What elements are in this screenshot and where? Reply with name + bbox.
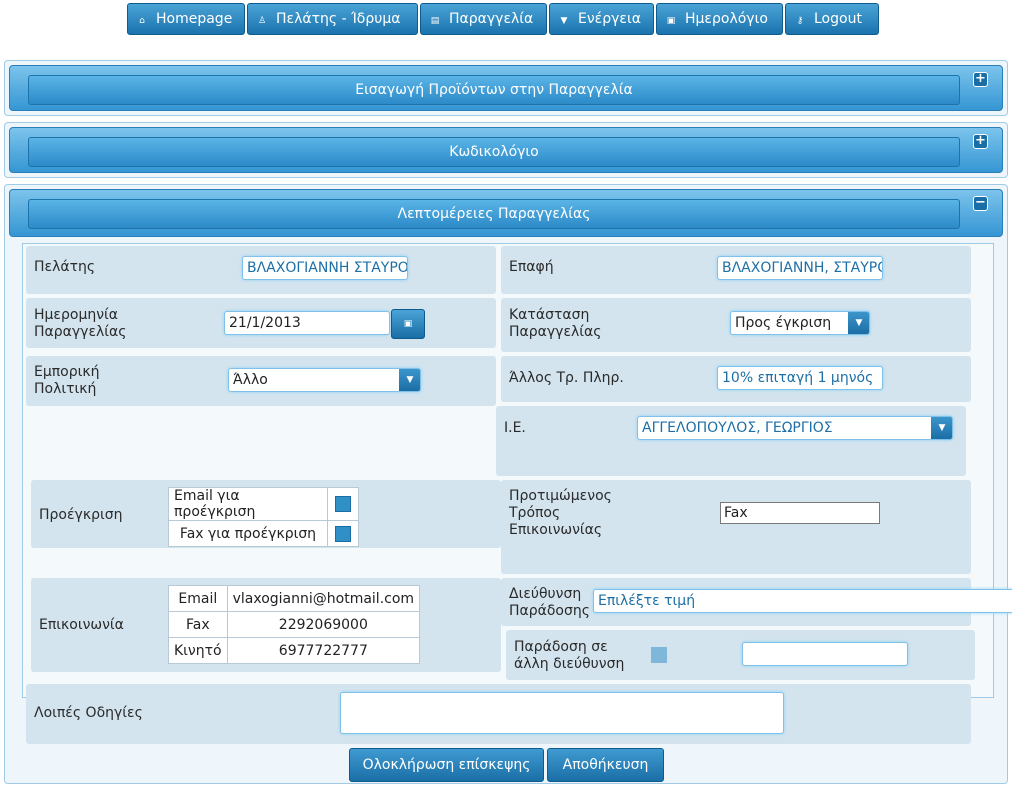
chevron-down-icon[interactable]: ▼ <box>848 312 869 334</box>
preapproval-table: Email για προέγκριση Fax για προέγκριση <box>168 487 359 547</box>
order-status-select[interactable]: Προς έγκριση ▼ <box>730 311 870 335</box>
order-status-value: Προς έγκριση <box>735 315 832 331</box>
nav-label: Πελάτης - Ίδρυμα <box>276 11 401 27</box>
communication-table: Email vlaxogianni@hotmail.com Fax 229206… <box>168 585 421 664</box>
customer-label: Πελάτης <box>34 259 96 275</box>
table-row: Fax 2292069000 <box>168 611 421 638</box>
other-address-checkbox[interactable] <box>651 647 667 663</box>
nav-label: Homepage <box>156 11 233 27</box>
chevron-down-icon[interactable]: ▼ <box>931 417 952 439</box>
expand-icon[interactable]: + <box>973 72 988 87</box>
other-payment-label: Άλλος Τρ. Πληρ. <box>509 370 624 386</box>
table-row: Email για προέγκριση <box>168 487 359 521</box>
nav-homepage-button[interactable]: ⌂ Homepage <box>127 3 245 35</box>
preferred-contact-label: Προτιμώμενος Τρόπος Επικοινωνίας <box>509 488 612 538</box>
collapse-icon[interactable]: − <box>973 196 988 211</box>
expand-icon[interactable]: + <box>973 134 988 149</box>
nav-action-button[interactable]: ▼ Ενέργεια <box>549 3 654 35</box>
order-date-input[interactable]: 21/1/2013 <box>224 311 390 335</box>
caret-down-icon: ▼ <box>560 16 568 26</box>
catalog-panel: Κωδικολόγιο + <box>4 122 1008 178</box>
complete-visit-button[interactable]: Ολοκλήρωση επίσκεψης <box>349 748 544 782</box>
contact-label: Επαφή <box>509 259 554 275</box>
delivery-address-select[interactable]: Επιλέξτε τιμή <box>593 589 1012 613</box>
calendar-icon: ▣ <box>666 16 676 26</box>
table-row: Fax για προέγκριση <box>168 520 359 547</box>
instructions-label: Λοιπές Οδηγίες <box>34 705 143 721</box>
ie-value: ΑΓΓΕΛΟΠΟΥΛΟΣ, ΓΕΩΡΓΙΟΣ <box>642 420 833 436</box>
panel-title[interactable]: Κωδικολόγιο <box>28 137 960 167</box>
save-button[interactable]: Αποθήκευση <box>547 748 664 782</box>
nav-customer-button[interactable]: ♙ Πελάτης - Ίδρυμα <box>247 3 418 35</box>
communication-type: Email <box>168 585 228 612</box>
home-icon: ⌂ <box>139 16 145 26</box>
user-icon: ♙ <box>257 16 267 26</box>
delivery-address-label: Διεύθυνση Παράδοσης <box>509 586 590 619</box>
contact-input[interactable]: ΒΛΑΧΟΓΙΑΝΝΗ, ΣΤΑΥΡΟΥΛΑ <box>717 256 883 280</box>
list-icon: ▤ <box>430 16 440 26</box>
other-address-input[interactable] <box>742 642 908 666</box>
other-address-label: Παράδοση σε άλλη διεύθυνση <box>514 639 625 672</box>
nav-label: Ενέργεια <box>578 11 641 27</box>
preapproval-label: Προέγκριση <box>39 507 123 523</box>
commercial-policy-select[interactable]: Άλλο ▼ <box>228 368 421 392</box>
preapproval-fax-checkbox[interactable] <box>335 525 351 542</box>
nav-order-button[interactable]: ▤ Παραγγελία <box>420 3 547 35</box>
nav-calendar-button[interactable]: ▣ Ημερολόγιο <box>656 3 783 35</box>
commercial-policy-label: Εμπορική Πολιτική <box>34 364 100 397</box>
ie-label: Ι.Ε. <box>504 420 526 436</box>
communication-value: 2292069000 <box>226 611 421 638</box>
customer-input[interactable]: ΒΛΑΧΟΓΙΑΝΝΗ ΣΤΑΥΡΟΥΛΑ <box>242 256 408 280</box>
panel-header[interactable]: Εισαγωγή Προϊόντων στην Παραγγελία + <box>9 65 1003 111</box>
nav-label: Παραγγελία <box>449 11 534 27</box>
panel-header[interactable]: Κωδικολόγιο + <box>9 127 1003 173</box>
key-icon: ⚷ <box>796 16 804 26</box>
communication-value: vlaxogianni@hotmail.com <box>226 585 421 612</box>
preapproval-email-checkbox[interactable] <box>335 496 351 512</box>
nav-label: Logout <box>814 11 862 27</box>
panel-header[interactable]: Λεπτομέρειες Παραγγελίας − <box>9 189 1003 237</box>
nav-label: Ημερολόγιο <box>685 11 768 27</box>
insert-products-panel: Εισαγωγή Προϊόντων στην Παραγγελία + <box>4 60 1008 116</box>
preferred-contact-input[interactable]: Fax <box>720 502 880 524</box>
preapproval-email-label: Email για προέγκριση <box>168 487 328 521</box>
communication-value: 6977722777 <box>226 637 421 664</box>
communication-type: Κινητό <box>168 637 228 664</box>
communication-type: Fax <box>168 611 228 638</box>
order-date-label: Ημερομηνία Παραγγελίας <box>34 307 127 340</box>
other-payment-input[interactable]: 10% επιταγή 1 μηνός <box>717 366 883 390</box>
panel-title[interactable]: Λεπτομέρειες Παραγγελίας <box>28 199 960 229</box>
table-row: Email vlaxogianni@hotmail.com <box>168 585 421 612</box>
ie-select[interactable]: ΑΓΓΕΛΟΠΟΥΛΟΣ, ΓΕΩΡΓΙΟΣ ▼ <box>637 416 953 440</box>
communication-label: Επικοινωνία <box>39 617 124 633</box>
table-row: Κινητό 6977722777 <box>168 637 421 664</box>
calendar-icon[interactable]: ▣ <box>391 309 425 339</box>
order-status-label: Κατάσταση Παραγγελίας <box>509 307 602 340</box>
commercial-policy-value: Άλλο <box>233 372 268 388</box>
chevron-down-icon[interactable]: ▼ <box>399 369 420 391</box>
instructions-input[interactable] <box>340 692 784 734</box>
preapproval-fax-label: Fax για προέγκριση <box>168 520 328 547</box>
nav-logout-button[interactable]: ⚷ Logout <box>785 3 879 35</box>
panel-title[interactable]: Εισαγωγή Προϊόντων στην Παραγγελία <box>28 75 960 105</box>
